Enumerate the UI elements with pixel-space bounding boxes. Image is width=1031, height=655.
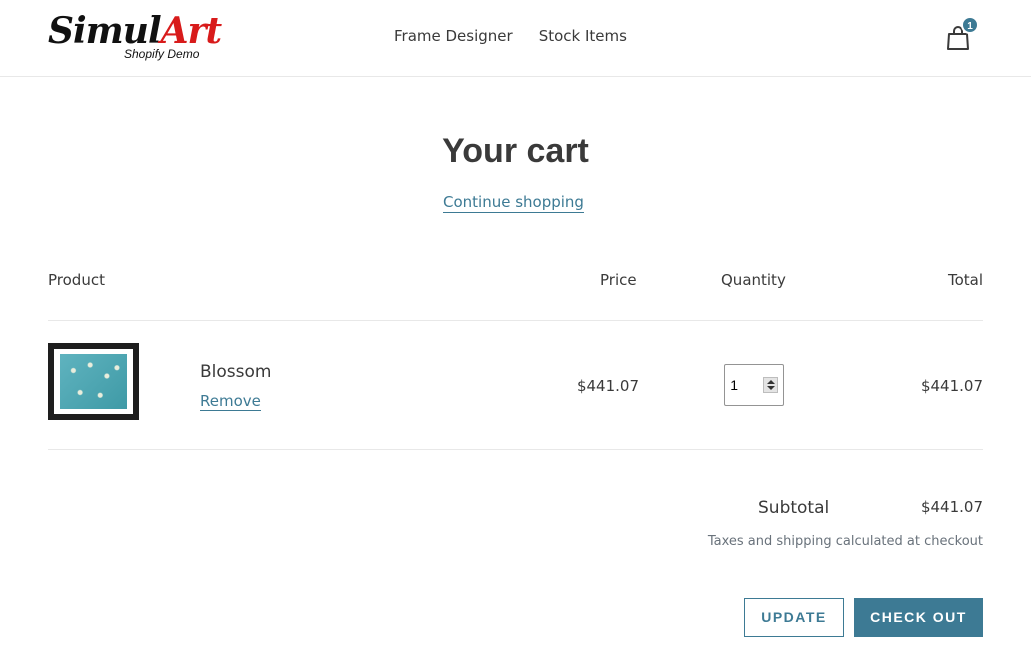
nav-stock-items[interactable]: Stock Items xyxy=(539,27,627,45)
site-header: SimulArt Shopify Demo Frame Designer Sto… xyxy=(0,0,1031,77)
column-header-total: Total xyxy=(947,271,983,289)
subtotal-label: Subtotal xyxy=(758,498,830,518)
quantity-stepper[interactable] xyxy=(724,364,784,406)
product-thumbnail[interactable] xyxy=(48,343,139,420)
product-name[interactable]: Blossom xyxy=(200,362,271,382)
quantity-input[interactable] xyxy=(725,365,765,405)
cart-count-badge: 1 xyxy=(961,16,979,34)
increment-arrow-icon[interactable] xyxy=(767,380,775,384)
remove-item-link[interactable]: Remove xyxy=(200,392,261,411)
column-header-product: Product xyxy=(48,271,105,289)
logo-wordmark: SimulArt xyxy=(48,10,222,52)
subtotal-value: $441.07 xyxy=(920,498,983,516)
item-price: $441.07 xyxy=(576,377,639,395)
column-header-quantity: Quantity xyxy=(721,271,786,289)
table-divider xyxy=(48,320,983,321)
nav-frame-designer[interactable]: Frame Designer xyxy=(394,27,513,45)
quantity-spinner[interactable] xyxy=(763,377,778,393)
artwork-image xyxy=(60,354,127,409)
site-logo[interactable]: SimulArt Shopify Demo xyxy=(48,10,222,65)
main-nav: Frame Designer Stock Items xyxy=(394,27,627,45)
checkout-button[interactable]: CHECK OUT xyxy=(854,598,983,637)
decrement-arrow-icon[interactable] xyxy=(767,386,775,390)
tax-note: Taxes and shipping calculated at checkou… xyxy=(707,534,983,549)
update-cart-button[interactable]: UPDATE xyxy=(744,598,844,637)
item-total: $441.07 xyxy=(920,377,983,395)
column-header-price: Price xyxy=(600,271,637,289)
page-title: Your cart xyxy=(442,132,589,170)
continue-shopping-link[interactable]: Continue shopping xyxy=(443,193,584,213)
logo-subtitle: Shopify Demo xyxy=(124,47,200,61)
table-divider xyxy=(48,449,983,450)
